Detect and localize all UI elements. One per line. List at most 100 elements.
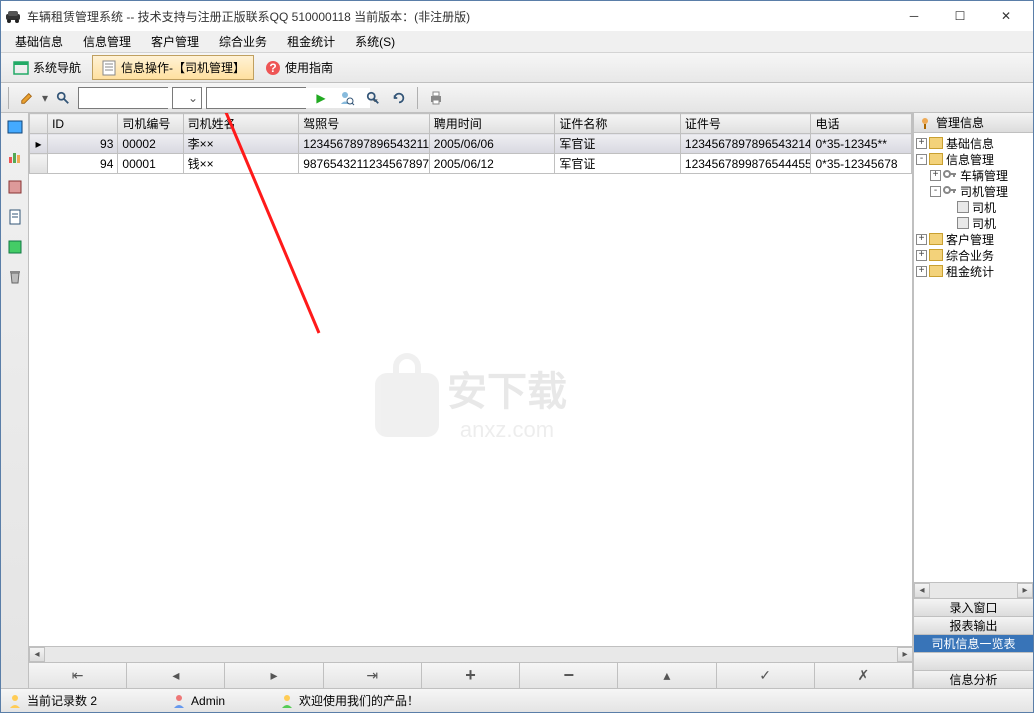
tree-node[interactable]: 司机 — [916, 199, 1031, 215]
right-tab[interactable]: 司机信息一览表 — [914, 634, 1033, 652]
nav-delete-button[interactable]: − — [520, 663, 618, 688]
welcome-icon — [279, 693, 295, 709]
dropdown-arrow-icon[interactable]: ▾ — [42, 91, 48, 105]
tree-label: 司机管理 — [960, 183, 1008, 200]
green-icon[interactable] — [5, 237, 25, 257]
nav-edit-button[interactable]: ▴ — [618, 663, 716, 688]
right-tab[interactable]: 报表输出 — [914, 616, 1033, 634]
menu-basic-info[interactable]: 基础信息 — [5, 31, 73, 52]
menu-rent-stats[interactable]: 租金统计 — [277, 31, 345, 52]
tree-expander[interactable]: - — [930, 186, 941, 197]
user-icon — [7, 693, 23, 709]
right-panel: 管理信息 +基础信息-信息管理+车辆管理-司机管理司机司机+客户管理+综合业务+… — [913, 113, 1033, 688]
doc-icon[interactable] — [5, 207, 25, 227]
tree-label: 租金统计 — [946, 263, 994, 280]
nav-post-button[interactable]: ✓ — [717, 663, 815, 688]
tree-node[interactable]: + 租金统计 — [916, 263, 1031, 279]
window-icon — [13, 60, 29, 76]
tree-expander[interactable]: - — [916, 154, 927, 165]
chart-icon[interactable] — [5, 147, 25, 167]
run-icon[interactable]: ▶ — [310, 87, 332, 109]
tree-expander[interactable]: + — [930, 170, 941, 181]
nav-button[interactable]: 系统导航 — [4, 55, 90, 80]
folder-icon — [929, 249, 943, 261]
statusbar: 当前记录数 2 Admin 欢迎使用我们的产品！ — [1, 688, 1033, 712]
tree-expander[interactable]: + — [916, 234, 927, 245]
close-button[interactable]: ✕ — [983, 2, 1029, 30]
tree-label: 车辆管理 — [960, 167, 1008, 184]
maximize-button[interactable]: ☐ — [937, 2, 983, 30]
minimize-button[interactable]: ─ — [891, 2, 937, 30]
help-icon: ? — [265, 60, 281, 76]
tree-node[interactable]: + 客户管理 — [916, 231, 1031, 247]
tree-node[interactable]: - 司机管理 — [916, 183, 1031, 199]
pin-icon[interactable] — [918, 116, 932, 130]
chevron-down-icon[interactable]: ⌄ — [185, 91, 201, 105]
left-toolbar — [1, 113, 29, 688]
refresh-icon[interactable] — [388, 87, 410, 109]
right-tab[interactable] — [914, 652, 1033, 670]
grid-panel: ID 司机编号 司机姓名 驾照号 聘用时间 证件名称 证件号 电话 — [29, 113, 913, 688]
horizontal-scrollbar[interactable]: ◂ ▸ — [29, 646, 913, 662]
col-cert-name[interactable]: 证件名称 — [555, 114, 681, 134]
tree-node[interactable]: 司机 — [916, 215, 1031, 231]
nav-next-button[interactable]: ▸ — [225, 663, 323, 688]
col-phone[interactable]: 电话 — [811, 114, 912, 134]
tree-expander[interactable]: + — [916, 138, 927, 149]
edit-icon[interactable] — [16, 87, 38, 109]
right-tab[interactable]: 录入窗口 — [914, 598, 1033, 616]
right-panel-header: 管理信息 — [914, 113, 1033, 133]
nav-tree[interactable]: +基础信息-信息管理+车辆管理-司机管理司机司机+客户管理+综合业务+租金统计 — [914, 133, 1033, 582]
menu-system[interactable]: 系统(S) — [345, 31, 405, 52]
data-grid[interactable]: ID 司机编号 司机姓名 驾照号 聘用时间 证件名称 证件号 电话 — [29, 113, 913, 646]
tree-node[interactable]: +基础信息 — [916, 135, 1031, 151]
tree-expander[interactable]: + — [916, 266, 927, 277]
nav-last-button[interactable]: ⇥ — [324, 663, 422, 688]
nav-prev-button[interactable]: ◂ — [127, 663, 225, 688]
help-button[interactable]: ? 使用指南 — [256, 55, 342, 80]
trash-icon[interactable] — [5, 267, 25, 287]
tree-label: 综合业务 — [946, 247, 994, 264]
col-id[interactable]: ID — [48, 114, 118, 134]
find-user-icon[interactable] — [336, 87, 358, 109]
menu-customer-mgmt[interactable]: 客户管理 — [141, 31, 209, 52]
admin-icon — [171, 693, 187, 709]
tree-expander[interactable]: + — [916, 250, 927, 261]
menubar: 基础信息 信息管理 客户管理 综合业务 租金统计 系统(S) — [1, 31, 1033, 53]
table-row[interactable]: 94 00001 钱×× 98765432112345678977 2005/0… — [30, 154, 912, 174]
filter-op-input[interactable] — [173, 88, 185, 108]
col-hire-date[interactable]: 聘用时间 — [429, 114, 555, 134]
zoom-icon[interactable] — [362, 87, 384, 109]
tree-node[interactable]: + 车辆管理 — [916, 167, 1031, 183]
svg-text:?: ? — [269, 61, 276, 75]
nav-first-button[interactable]: ⇤ — [29, 663, 127, 688]
filter-op-combo[interactable]: ⌄ — [172, 87, 202, 109]
filter-value-combo[interactable]: ⌄ — [206, 87, 306, 109]
scroll-left-icon[interactable]: ◂ — [29, 647, 45, 662]
print-icon[interactable] — [425, 87, 447, 109]
tree-node[interactable]: + 综合业务 — [916, 247, 1031, 263]
list-icon[interactable] — [5, 177, 25, 197]
search-icon[interactable] — [52, 87, 74, 109]
folder-icon — [929, 265, 943, 277]
key-icon — [943, 168, 957, 183]
tree-label: 客户管理 — [946, 231, 994, 248]
col-license[interactable]: 驾照号 — [299, 114, 430, 134]
tree-scrollbar[interactable]: ◂▸ — [914, 582, 1033, 598]
tree-node[interactable]: -信息管理 — [916, 151, 1031, 167]
scroll-right-icon[interactable]: ▸ — [897, 647, 913, 662]
right-tab[interactable]: 信息分析 — [914, 670, 1033, 688]
filter-field-combo[interactable]: ⌄ — [78, 87, 168, 109]
info-operation-button[interactable]: 信息操作-【司机管理】 — [92, 55, 254, 80]
menu-info-mgmt[interactable]: 信息管理 — [73, 31, 141, 52]
col-cert-no[interactable]: 证件号 — [680, 114, 811, 134]
col-driver-no[interactable]: 司机编号 — [118, 114, 183, 134]
menu-biz[interactable]: 综合业务 — [209, 31, 277, 52]
nav-add-button[interactable]: + — [422, 663, 520, 688]
table-row[interactable]: ▸ 93 00002 李×× 12345678978965432112 2005… — [30, 134, 912, 154]
grid-view-icon[interactable] — [5, 117, 25, 137]
nav-cancel-button[interactable]: ✗ — [815, 663, 913, 688]
col-driver-name[interactable]: 司机姓名 — [183, 114, 299, 134]
page-icon — [957, 201, 969, 213]
folder-icon — [929, 137, 943, 149]
